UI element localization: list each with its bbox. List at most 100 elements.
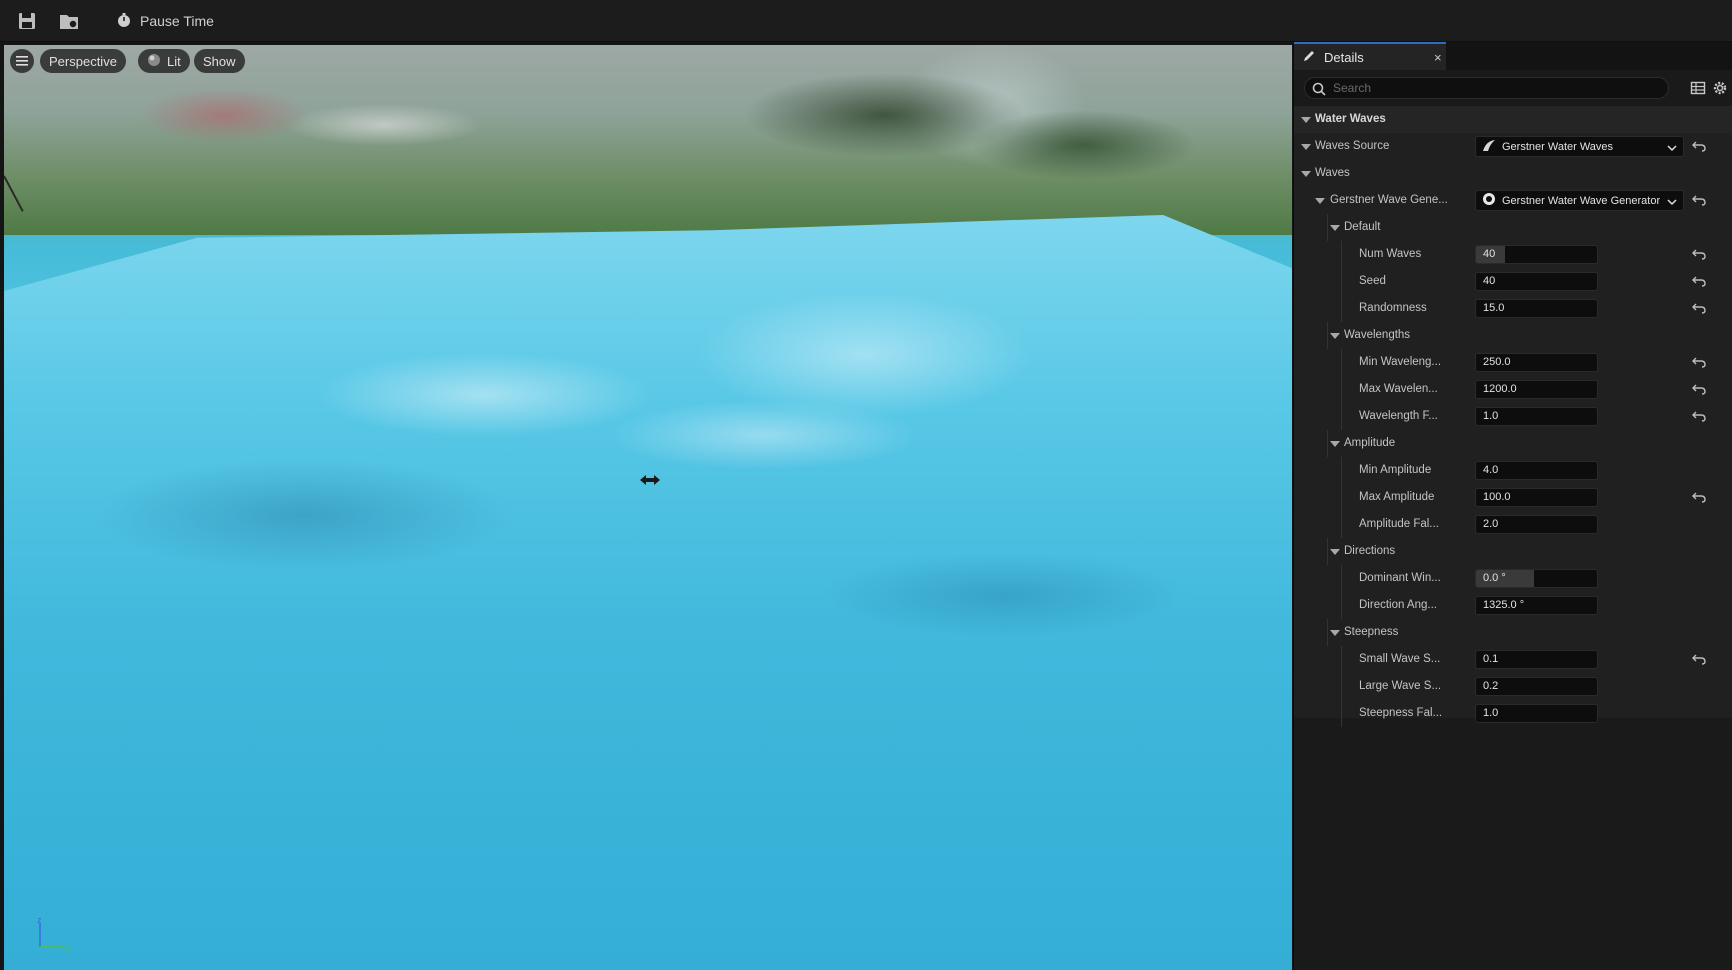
numeric-input[interactable]: 0.0 ° bbox=[1475, 569, 1598, 588]
property-row: Num Waves 40 bbox=[1294, 241, 1732, 268]
reset-to-default-icon[interactable] bbox=[1692, 140, 1706, 152]
expand-arrow-icon[interactable] bbox=[1330, 547, 1340, 555]
property-group-row[interactable]: Wavelengths bbox=[1294, 322, 1732, 349]
numeric-input[interactable]: 0.1 bbox=[1475, 650, 1598, 669]
expand-arrow-icon[interactable] bbox=[1301, 115, 1311, 123]
property-group-row[interactable]: Water Waves bbox=[1294, 106, 1732, 133]
numeric-input[interactable]: 40 bbox=[1475, 272, 1598, 291]
axis-x-label: x bbox=[65, 943, 70, 953]
property-value: 1.0 bbox=[1483, 707, 1499, 719]
asset-dropdown[interactable]: Gerstner Water Wave Generator bbox=[1475, 190, 1684, 211]
details-search-row bbox=[1304, 77, 1727, 99]
property-label: Water Waves bbox=[1315, 113, 1386, 125]
property-label: Randomness bbox=[1359, 302, 1427, 314]
property-value: 1.0 bbox=[1483, 410, 1499, 422]
property-row: Randomness 15.0 bbox=[1294, 295, 1732, 322]
save-icon[interactable] bbox=[16, 10, 38, 32]
property-label: Max Wavelen... bbox=[1359, 383, 1438, 395]
expand-arrow-icon[interactable] bbox=[1301, 169, 1311, 177]
indent-guide bbox=[1341, 565, 1342, 592]
search-input[interactable] bbox=[1333, 80, 1653, 96]
pencil-icon bbox=[1302, 49, 1316, 66]
move-cursor-icon bbox=[640, 473, 660, 485]
reset-to-default-icon[interactable] bbox=[1692, 383, 1706, 395]
perspective-button[interactable]: Perspective bbox=[40, 49, 126, 73]
indent-guide bbox=[1341, 268, 1342, 295]
viewport-menu-button[interactable] bbox=[10, 49, 34, 73]
property-value: 0.2 bbox=[1483, 680, 1499, 692]
expand-arrow-icon[interactable] bbox=[1330, 223, 1340, 231]
property-label: Wavelength F... bbox=[1359, 410, 1438, 422]
content-browser-icon[interactable] bbox=[58, 10, 80, 32]
numeric-input[interactable]: 250.0 bbox=[1475, 353, 1598, 372]
property-value: 1200.0 bbox=[1483, 383, 1517, 395]
property-label: Dominant Win... bbox=[1359, 572, 1441, 584]
numeric-input[interactable]: 1200.0 bbox=[1475, 380, 1598, 399]
indent-guide bbox=[1341, 592, 1342, 619]
show-flags-button[interactable]: Show bbox=[194, 49, 245, 73]
numeric-input[interactable]: 1325.0 ° bbox=[1475, 596, 1598, 615]
hamburger-icon bbox=[16, 54, 28, 69]
numeric-input[interactable]: 100.0 bbox=[1475, 488, 1598, 507]
indent-guide bbox=[1327, 538, 1328, 565]
reset-to-default-icon[interactable] bbox=[1692, 248, 1706, 260]
reset-to-default-icon[interactable] bbox=[1692, 491, 1706, 503]
numeric-input[interactable]: 2.0 bbox=[1475, 515, 1598, 534]
indent-guide bbox=[1341, 673, 1342, 700]
property-value: 40 bbox=[1483, 275, 1496, 287]
search-box[interactable] bbox=[1304, 77, 1669, 99]
property-row: Gerstner Wave Gene... Gerstner Water Wave… bbox=[1294, 187, 1732, 214]
expand-arrow-icon[interactable] bbox=[1330, 628, 1340, 636]
reset-to-default-icon[interactable] bbox=[1692, 410, 1706, 422]
reset-to-default-icon[interactable] bbox=[1692, 194, 1706, 206]
reset-to-default-icon[interactable] bbox=[1692, 275, 1706, 287]
property-row: Large Wave S... 0.2 bbox=[1294, 673, 1732, 700]
search-icon bbox=[1311, 81, 1327, 97]
table-view-icon[interactable] bbox=[1690, 80, 1706, 96]
details-tab-label: Details bbox=[1324, 49, 1364, 65]
expand-arrow-icon[interactable] bbox=[1330, 331, 1340, 339]
water-surface bbox=[4, 215, 1292, 970]
dropdown-value: Gerstner Water Waves bbox=[1502, 140, 1614, 153]
numeric-input[interactable]: 1.0 bbox=[1475, 704, 1598, 723]
background-scenery bbox=[4, 45, 1292, 235]
property-row: Max Wavelen... 1200.0 bbox=[1294, 376, 1732, 403]
indent-guide bbox=[1327, 619, 1328, 646]
property-row: Steepness Fal... 1.0 bbox=[1294, 700, 1732, 727]
property-group-row[interactable]: Directions bbox=[1294, 538, 1732, 565]
property-group-row[interactable]: Steepness bbox=[1294, 619, 1732, 646]
asset-dropdown[interactable]: Gerstner Water Waves bbox=[1475, 136, 1684, 157]
pause-time-label: Pause Time bbox=[140, 13, 214, 29]
close-tab-button[interactable]: × bbox=[1434, 50, 1442, 65]
reset-to-default-icon[interactable] bbox=[1692, 356, 1706, 368]
level-viewport[interactable]: Perspective Lit Show z x bbox=[4, 45, 1292, 970]
expand-arrow-icon[interactable] bbox=[1315, 196, 1325, 204]
numeric-input[interactable]: 15.0 bbox=[1475, 299, 1598, 318]
reset-to-default-icon[interactable] bbox=[1692, 653, 1706, 665]
indent-guide bbox=[1341, 349, 1342, 376]
indent-guide bbox=[1341, 376, 1342, 403]
lit-view-mode-button[interactable]: Lit bbox=[138, 49, 190, 73]
tab-details[interactable]: Details × bbox=[1294, 42, 1446, 70]
property-label: Num Waves bbox=[1359, 248, 1422, 260]
gear-icon[interactable] bbox=[1712, 80, 1728, 96]
numeric-input[interactable]: 4.0 bbox=[1475, 461, 1598, 480]
expand-arrow-icon[interactable] bbox=[1301, 142, 1311, 150]
numeric-input[interactable]: 0.2 bbox=[1475, 677, 1598, 696]
property-group-row[interactable]: Waves bbox=[1294, 160, 1732, 187]
property-label: Waves bbox=[1315, 167, 1350, 179]
property-group-row[interactable]: Amplitude bbox=[1294, 430, 1732, 457]
property-row: Min Waveleng... 250.0 bbox=[1294, 349, 1732, 376]
pause-time-button[interactable]: Pause Time bbox=[116, 10, 214, 32]
numeric-input[interactable]: 40 bbox=[1475, 245, 1598, 264]
property-row: Direction Ang... 1325.0 ° bbox=[1294, 592, 1732, 619]
property-value: 0.0 ° bbox=[1483, 572, 1506, 584]
numeric-input[interactable]: 1.0 bbox=[1475, 407, 1598, 426]
expand-arrow-icon[interactable] bbox=[1330, 439, 1340, 447]
wave-asset-icon bbox=[1482, 138, 1496, 155]
property-label: Directions bbox=[1344, 545, 1396, 557]
property-value: 4.0 bbox=[1483, 464, 1499, 476]
property-group-row[interactable]: Default bbox=[1294, 214, 1732, 241]
reset-to-default-icon[interactable] bbox=[1692, 302, 1706, 314]
property-label: Waves Source bbox=[1315, 140, 1390, 152]
